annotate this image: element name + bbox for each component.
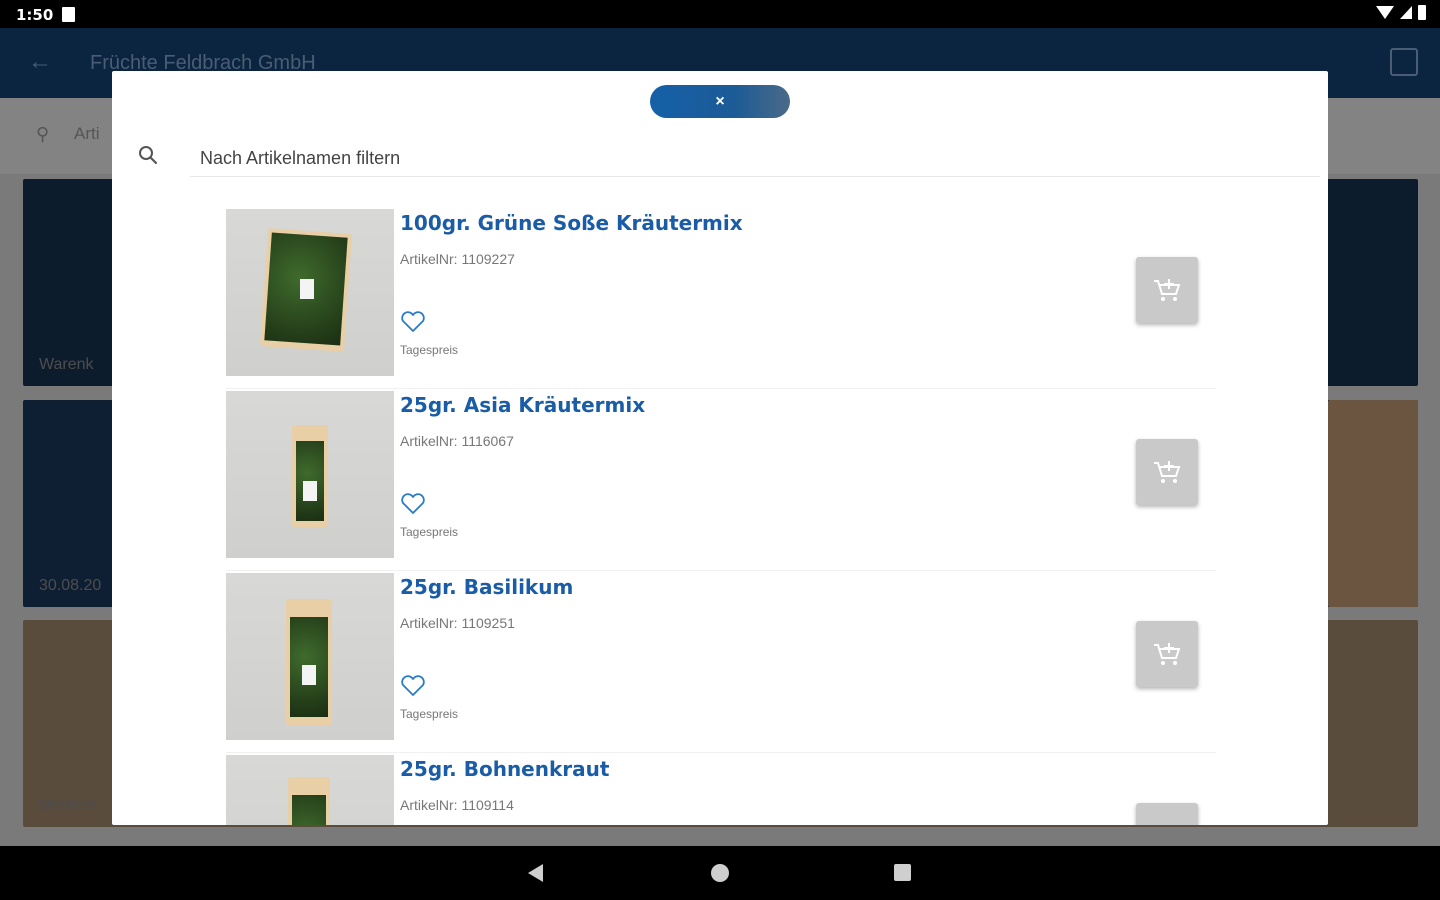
- product-number: ArtikelNr: 1109114: [400, 797, 514, 813]
- product-number: ArtikelNr: 1109227: [400, 251, 515, 267]
- product-number: ArtikelNr: 1116067: [400, 433, 514, 449]
- add-to-cart-button[interactable]: [1136, 803, 1198, 825]
- list-item[interactable]: 25gr. Bohnenkraut ArtikelNr: 1109114: [226, 753, 1216, 825]
- product-name[interactable]: 100gr. Grüne Soße Kräutermix: [400, 211, 743, 235]
- filter-bar: [136, 141, 1320, 181]
- product-search-dialog: × 100gr. Grüne Soße Kräutermix ArtikelNr…: [112, 71, 1328, 825]
- search-icon: [139, 146, 158, 165]
- list-item[interactable]: 25gr. Asia Kräutermix ArtikelNr: 1116067…: [226, 389, 1216, 571]
- wifi-icon: [1376, 6, 1394, 19]
- add-to-cart-button[interactable]: [1136, 439, 1198, 505]
- product-list: 100gr. Grüne Soße Kräutermix ArtikelNr: …: [226, 207, 1216, 825]
- product-image: [226, 391, 394, 558]
- nav-home-icon[interactable]: [711, 864, 729, 882]
- product-price: Tagespreis: [400, 707, 459, 721]
- status-time: 1:50: [16, 6, 54, 24]
- heart-icon[interactable]: [400, 311, 426, 333]
- search-icon: ⚲: [36, 124, 50, 144]
- add-to-cart-button[interactable]: [1136, 621, 1198, 687]
- system-icons: [1376, 5, 1426, 20]
- list-item[interactable]: 25gr. Basilikum ArtikelNr: 1109251 Tages…: [226, 571, 1216, 753]
- product-name[interactable]: 25gr. Bohnenkraut: [400, 757, 609, 781]
- tile-label: Warenk: [39, 356, 94, 373]
- sim-card-icon: [62, 7, 75, 22]
- filter-input[interactable]: [190, 141, 1320, 177]
- product-price: Tagespreis: [400, 343, 459, 357]
- product-name[interactable]: 25gr. Basilikum: [400, 575, 573, 599]
- product-name[interactable]: 25gr. Asia Kräutermix: [400, 393, 645, 417]
- background-tile: [1328, 400, 1418, 607]
- nav-back-icon[interactable]: [528, 864, 543, 882]
- add-to-cart-button[interactable]: [1136, 257, 1198, 323]
- product-image: [226, 755, 394, 825]
- cart-add-icon: [1154, 279, 1181, 301]
- signal-icon: [1400, 6, 1412, 19]
- close-button[interactable]: ×: [650, 85, 790, 118]
- tile-label: 30.08.20: [39, 577, 102, 594]
- heart-icon[interactable]: [400, 493, 426, 515]
- status-bar: 1:50: [0, 0, 1440, 28]
- background-search-text: Arti: [74, 124, 100, 143]
- tile-label: Markem: [39, 797, 97, 814]
- calendar-icon[interactable]: [1390, 48, 1418, 76]
- system-nav-bar: [0, 846, 1440, 900]
- cart-add-icon: [1154, 643, 1181, 665]
- product-price: Tagespreis: [400, 525, 459, 539]
- product-number: ArtikelNr: 1109251: [400, 615, 515, 631]
- product-image: [226, 573, 394, 740]
- battery-icon: [1418, 5, 1426, 20]
- product-image: [226, 209, 394, 376]
- heart-icon[interactable]: [400, 675, 426, 697]
- back-arrow-icon[interactable]: ←: [28, 48, 52, 76]
- cart-add-icon: [1154, 461, 1181, 483]
- nav-recents-icon[interactable]: [894, 864, 911, 881]
- list-item[interactable]: 100gr. Grüne Soße Kräutermix ArtikelNr: …: [226, 207, 1216, 389]
